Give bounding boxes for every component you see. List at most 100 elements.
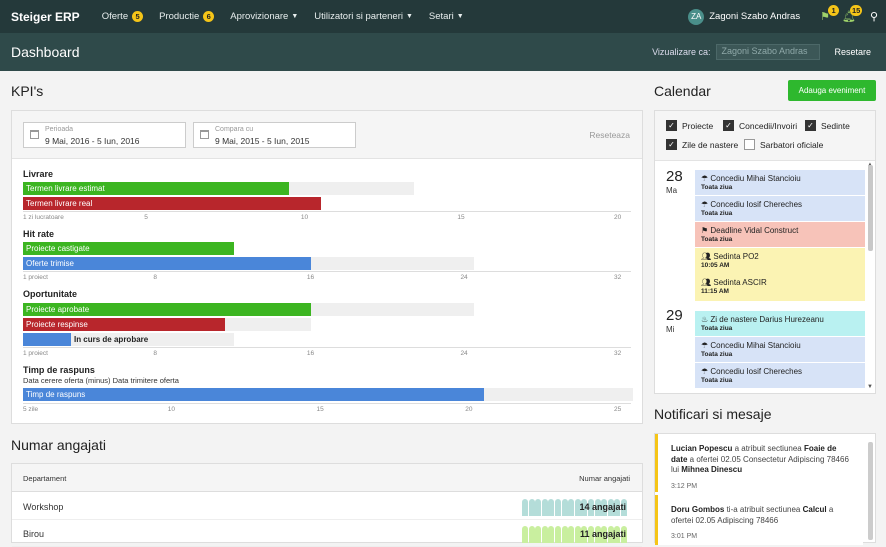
nav-utilizatori[interactable]: Utilizatori si parteneri ▼ — [314, 11, 413, 22]
filter-label: Proiecte — [682, 120, 714, 131]
calendar-event[interactable]: ☂ Concediu Iosif Chereches Toata ziua — [695, 363, 865, 389]
person-icon — [522, 526, 528, 543]
bar-label: Proiecte aprobate — [26, 305, 90, 314]
umbrella-icon: ☂ — [701, 200, 711, 209]
filter-sarbatori[interactable]: Sarbatori oficiale — [744, 139, 823, 150]
calendar-event[interactable]: ⚑ Deadline Vidal Construct Toata ziua — [695, 222, 865, 248]
nav-setari-label: Setari — [428, 11, 454, 22]
day-28: 28 Ma — [666, 168, 683, 195]
axis-tick: 10 — [167, 406, 175, 413]
notifications-panel: Lucian Popescu a atribuit sectiunea Foai… — [654, 433, 876, 545]
add-event-button[interactable]: Adauga eveniment — [788, 80, 876, 101]
calendar-filters: ✓ Proiecte ✓ Concedii/Invoiri ✓ Sedinte ✓ Zi… — [655, 111, 875, 161]
employees-table: Departament Numar angajati Workshop 14 a… — [11, 463, 643, 547]
nav-productie-badge: 6 — [203, 11, 215, 22]
kpi-hitrate-axis: 1 proiect 8 16 24 32 — [23, 271, 631, 283]
notification-time: 3:12 PM — [671, 482, 698, 490]
period-picker[interactable]: Perioada 9 Mai, 2016 - 5 Iun, 2016 — [23, 122, 186, 148]
calendar-event[interactable]: 👥︎ Sedinta PO2 10:05 AM — [695, 248, 865, 275]
period-value: 9 Mai, 2016 - 5 Iun, 2016 — [45, 136, 140, 146]
notif-section: Calcul — [802, 505, 827, 514]
filter-concedii[interactable]: ✓ Concedii/Invoiri — [723, 120, 797, 131]
event-title: ☂ Concediu Iosif Chereches — [701, 200, 859, 209]
person-icon — [561, 526, 568, 543]
axis-tick: 24 — [460, 350, 468, 357]
compare-value: 9 Mai, 2015 - 5 Iun, 2015 — [215, 136, 310, 146]
user-name[interactable]: Zagoni Szabo Andras — [709, 11, 800, 22]
flag-notifications[interactable]: ⚑ 1 — [820, 5, 840, 23]
person-icon — [522, 499, 528, 516]
kpi-title: KPI's — [11, 83, 44, 99]
notification-item[interactable]: Doru Gombos ti-a atribuit sectiunea Calc… — [655, 495, 863, 545]
filter-proiecte[interactable]: ✓ Proiecte — [666, 120, 713, 131]
col-departament: Departament — [23, 474, 67, 483]
event-title: ♨ Zi de nastere Darius Hurezeanu — [701, 315, 859, 324]
notif-text: a atribuit sectiunea — [732, 444, 804, 453]
nav-productie[interactable]: Productie 6 — [159, 11, 215, 22]
page-header: Dashboard Vizualizare ca: Zagoni Szabo A… — [0, 33, 886, 71]
table-row: Birou 11 angajati — [12, 520, 642, 547]
reset-button[interactable]: Resetare — [834, 47, 871, 57]
event-time: 11:15 AM — [701, 288, 729, 295]
dept-name: Workshop — [23, 502, 64, 512]
calendar-event[interactable]: 👥︎ Sedinta ASCIR 11:15 AM — [695, 274, 865, 302]
calendar-icon — [200, 130, 209, 139]
umbrella-icon: ☂ — [701, 341, 711, 350]
axis-tick: 25 — [614, 406, 622, 413]
event-time: Toata ziua — [701, 325, 733, 332]
page-title: Dashboard — [11, 44, 80, 60]
calendar-event[interactable]: ☂ Concediu Mihai Stancioiu Toata ziua — [695, 170, 865, 196]
filter-label: Sarbatori oficiale — [760, 139, 824, 150]
kpi-timp-title: Timp de raspuns — [23, 365, 95, 375]
calendar-event[interactable]: ☂ Concediu Iosif Chereches Toata ziua — [695, 196, 865, 222]
view-as-select[interactable]: Zagoni Szabo Andras — [716, 44, 821, 60]
kpi-hitrate-title: Hit rate — [23, 229, 55, 239]
kpi-reset-link[interactable]: Reseteaza — [589, 130, 630, 140]
nav-right: ZA Zagoni Szabo Andras ⚑ 1 🔔︎ 15 ⚲ — [688, 0, 886, 33]
nav-oferte[interactable]: Oferte 5 — [102, 11, 144, 22]
calendar-panel: ✓ Proiecte ✓ Concedii/Invoiri ✓ Sedinte ✓ Zi… — [654, 110, 876, 394]
nav-oferte-badge: 5 — [132, 11, 144, 22]
calendar-event[interactable]: ♨ Zi de nastere Darius Hurezeanu Toata zi… — [695, 311, 865, 337]
avatar[interactable]: ZA — [688, 8, 705, 25]
person-icon — [528, 499, 535, 516]
nav-aprovizionare-label: Aprovizionare — [230, 11, 289, 22]
event-time: Toata ziua — [701, 210, 733, 217]
nav-aprovizionare[interactable]: Aprovizionare ▼ — [230, 11, 298, 22]
person-icon — [535, 499, 542, 516]
checkbox-checked-icon: ✓ — [723, 120, 734, 131]
notifications-scrollbar[interactable] — [868, 442, 873, 540]
compare-picker[interactable]: Compara cu 9 Mai, 2015 - 5 Iun, 2015 — [193, 122, 356, 148]
search-icon[interactable]: ⚲ — [870, 10, 878, 23]
filter-zile-nastere[interactable]: ✓ Zile de nastere — [666, 139, 738, 150]
scroll-down-icon[interactable]: ▼ — [867, 384, 873, 390]
event-title-text: Concediu Iosif Chereches — [710, 367, 803, 376]
nav-productie-label: Productie — [159, 11, 200, 22]
notification-item[interactable]: Lucian Popescu a atribuit sectiunea Foai… — [655, 434, 863, 492]
event-time: Toata ziua — [701, 351, 733, 358]
person-icon — [541, 499, 548, 516]
bell-notifications[interactable]: 🔔︎ 15 — [842, 5, 863, 23]
calendar-scrollbar[interactable] — [868, 165, 873, 251]
nav-setari[interactable]: Setari ▼ — [429, 11, 464, 22]
axis-tick: 8 — [153, 350, 157, 357]
bar-label: Proiecte castigate — [26, 244, 90, 253]
axis-tick: 20 — [465, 406, 473, 413]
nav-utilizatori-label: Utilizatori si parteneri — [314, 11, 403, 22]
person-icon — [561, 499, 568, 516]
axis-tick: 16 — [306, 274, 315, 281]
kpi-panel: Perioada 9 Mai, 2016 - 5 Iun, 2016 Compa… — [11, 110, 643, 424]
brand-logo[interactable]: Steiger ERP — [11, 10, 80, 24]
filter-sedinte[interactable]: ✓ Sedinte — [805, 120, 850, 131]
kpi-livrare-axis: 1 zi lucratoare 5 10 15 20 — [23, 211, 631, 223]
filter-label: Concedii/Invoiri — [739, 120, 798, 131]
bar-label: Proiecte respinse — [26, 320, 88, 329]
calendar-event[interactable]: ☂ Concediu Mihai Stancioiu Toata ziua — [695, 337, 865, 363]
filter-label: Zile de nastere — [682, 139, 739, 150]
person-icon — [548, 526, 555, 543]
event-title-text: Sedinta ASCIR — [713, 278, 767, 287]
checkbox-empty-icon — [744, 139, 755, 150]
axis-tick: 32 — [614, 274, 622, 281]
person-icon — [541, 526, 548, 543]
axis-tick: 1 zi lucratoare — [23, 214, 64, 221]
